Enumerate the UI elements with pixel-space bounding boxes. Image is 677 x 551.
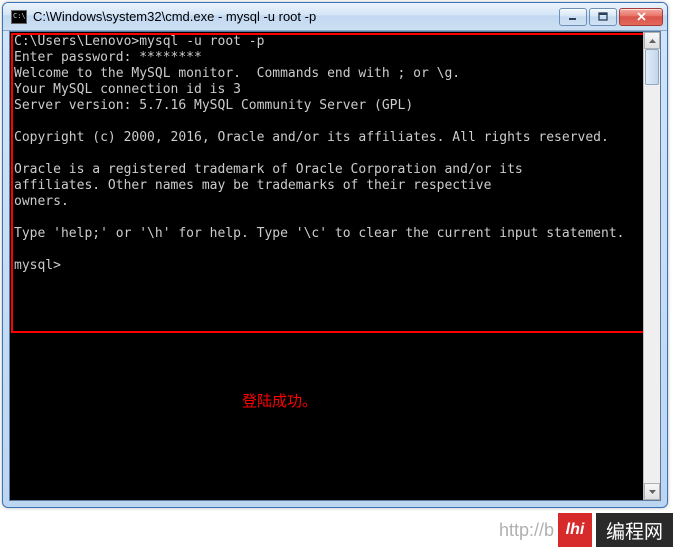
scroll-track[interactable] bbox=[644, 49, 660, 483]
chevron-up-icon bbox=[649, 39, 656, 43]
chevron-down-icon bbox=[649, 490, 656, 494]
client-area: C:\Users\Lenovo>mysql -u root -p Enter p… bbox=[9, 31, 661, 501]
scroll-up-button[interactable] bbox=[644, 32, 660, 49]
terminal-output[interactable]: C:\Users\Lenovo>mysql -u root -p Enter p… bbox=[10, 32, 643, 500]
scroll-thumb[interactable] bbox=[645, 49, 659, 85]
maximize-button[interactable] bbox=[589, 8, 617, 26]
watermark: http://b lhi 编程网 bbox=[499, 513, 673, 547]
scroll-down-button[interactable] bbox=[644, 483, 660, 500]
success-annotation: 登陆成功。 bbox=[242, 390, 317, 411]
close-button[interactable] bbox=[619, 8, 663, 26]
watermark-site: 编程网 bbox=[596, 513, 673, 547]
titlebar[interactable]: C:\Windows\system32\cmd.exe - mysql -u r… bbox=[3, 3, 667, 31]
cmd-icon bbox=[11, 10, 27, 24]
window-title: C:\Windows\system32\cmd.exe - mysql -u r… bbox=[33, 9, 559, 24]
maximize-icon bbox=[598, 12, 608, 21]
window-controls bbox=[559, 8, 663, 26]
watermark-badge: lhi bbox=[558, 513, 592, 547]
command-prompt-window: C:\Windows\system32\cmd.exe - mysql -u r… bbox=[2, 2, 668, 508]
close-icon bbox=[636, 12, 647, 21]
minimize-icon bbox=[568, 13, 578, 21]
watermark-url: http://b bbox=[499, 520, 554, 541]
minimize-button[interactable] bbox=[559, 8, 587, 26]
vertical-scrollbar[interactable] bbox=[643, 32, 660, 500]
